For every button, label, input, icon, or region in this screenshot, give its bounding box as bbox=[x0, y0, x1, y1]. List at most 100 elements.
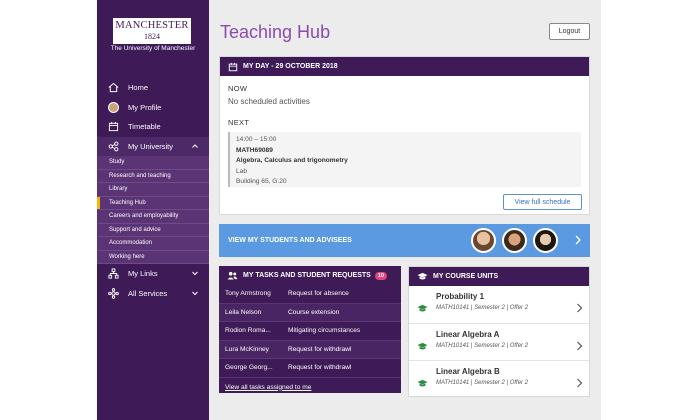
graduation-cap-icon bbox=[417, 272, 428, 281]
home-icon bbox=[107, 82, 119, 94]
sidebar-item-timetable[interactable]: Timetable bbox=[97, 117, 209, 137]
my-university-submenu: Study Research and teaching Library Teac… bbox=[97, 156, 209, 264]
sidebar-subitem-working-here[interactable]: Working here bbox=[97, 251, 209, 264]
task-row[interactable]: Leila Nelson Course extension bbox=[219, 303, 401, 322]
task-request: Mitigating circumstances bbox=[288, 327, 361, 335]
task-request: Request for withdrawl bbox=[288, 364, 352, 372]
sidebar-item-label: Home bbox=[128, 83, 149, 93]
task-name: Tony Armstrong bbox=[225, 290, 271, 298]
main-content: Teaching Hub Logout MY DAY - 29 OCTOBER … bbox=[209, 0, 601, 420]
task-row[interactable]: Rodion Roma... Mitigating circumstances bbox=[219, 322, 401, 341]
sidebar-subitem-support[interactable]: Support and advice bbox=[97, 224, 209, 237]
calendar-icon bbox=[107, 121, 119, 133]
chevron-right-icon bbox=[576, 338, 583, 356]
logo-subtitle: The University of Manchester bbox=[110, 45, 196, 52]
view-all-tasks-link[interactable]: View all tasks assigned to me bbox=[219, 384, 401, 391]
chevron-down-icon bbox=[191, 269, 199, 279]
next-time: 14:00 – 15:00 bbox=[236, 136, 277, 143]
sidebar-item-label: All Services bbox=[128, 288, 168, 298]
course-unit-row[interactable]: Linear Algebra A MATH10141 | Semester 2 … bbox=[409, 324, 589, 361]
graduation-cap-icon bbox=[417, 300, 428, 318]
graduation-cap-icon bbox=[417, 338, 428, 356]
task-request: Course extension bbox=[288, 308, 340, 316]
next-location: Building 65, G.20 bbox=[236, 178, 287, 185]
sidebar-subitem-research[interactable]: Research and teaching bbox=[97, 170, 209, 183]
task-name: Rodion Roma... bbox=[225, 327, 271, 335]
sidebar-subitem-study[interactable]: Study bbox=[97, 156, 209, 170]
task-name: George Georg... bbox=[225, 364, 273, 372]
tasks-count-badge: 10 bbox=[374, 271, 387, 280]
sidebar-nav: Home My Profile Timetable My University … bbox=[97, 78, 209, 303]
sidebar-item-label: My Links bbox=[128, 269, 158, 279]
university-logo[interactable]: MANCHESTER 1824 bbox=[113, 18, 191, 44]
course-units-card: MY COURSE UNITS Probability 1 MATH10141 … bbox=[408, 266, 590, 397]
student-avatars bbox=[471, 228, 564, 253]
sidebar-item-profile[interactable]: My Profile bbox=[97, 98, 209, 118]
chevron-right-icon bbox=[576, 375, 583, 393]
course-unit-meta: MATH10141 | Semester 2 | Offer 2 bbox=[436, 342, 529, 349]
tasks-header: MY TASKS AND STUDENT REQUESTS 10 bbox=[219, 266, 401, 285]
next-code: MATH69089 bbox=[236, 146, 273, 154]
sidebar-item-label: My Profile bbox=[128, 102, 162, 112]
view-full-schedule-button[interactable]: View full schedule bbox=[503, 194, 582, 210]
avatar bbox=[533, 228, 558, 253]
sidebar-subitem-careers[interactable]: Careers and employability bbox=[97, 210, 209, 224]
tasks-card: MY TASKS AND STUDENT REQUESTS 10 Tony Ar… bbox=[219, 266, 401, 393]
course-unit-title: Probability 1 bbox=[436, 292, 485, 301]
my-day-header: MY DAY - 29 OCTOBER 2018 bbox=[220, 57, 589, 76]
course-unit-title: Linear Algebra B bbox=[436, 367, 500, 376]
course-unit-row[interactable]: Probability 1 MATH10141 | Semester 2 | O… bbox=[409, 286, 589, 324]
now-text: No scheduled activities bbox=[228, 97, 310, 106]
task-name: Lura McKinney bbox=[225, 345, 269, 353]
logout-button[interactable]: Logout bbox=[549, 23, 590, 40]
now-label: NOW bbox=[228, 84, 248, 93]
sidebar-item-label: My University bbox=[128, 141, 174, 151]
sidebar-item-label: Timetable bbox=[128, 122, 161, 132]
course-unit-row[interactable]: Linear Algebra B MATH10141 | Semester 2 … bbox=[409, 361, 589, 399]
course-units-title: MY COURSE UNITS bbox=[433, 273, 499, 280]
task-request: Request for absence bbox=[288, 290, 349, 298]
task-request: Request for withdrawl bbox=[288, 345, 352, 353]
sitemap-icon bbox=[107, 268, 119, 280]
course-unit-meta: MATH10141 | Semester 2 | Offer 2 bbox=[436, 380, 529, 386]
sidebar-item-my-links[interactable]: My Links bbox=[97, 264, 209, 284]
next-activity[interactable]: 14:00 – 15:00 MATH69089 Algebra, Calculu… bbox=[228, 132, 581, 187]
next-title: Algebra, Calculus and trigonometry bbox=[236, 157, 348, 164]
chevron-up-icon bbox=[191, 142, 199, 152]
course-unit-title: Linear Algebra A bbox=[436, 329, 500, 339]
sidebar-subitem-teaching-hub[interactable]: Teaching Hub bbox=[97, 196, 209, 210]
course-unit-meta: MATH10141 | Semester 2 | Offer 2 bbox=[436, 305, 529, 311]
view-students-label: VIEW MY STUDENTS AND ADVISEES bbox=[228, 237, 352, 244]
logo-name: MANCHESTER bbox=[115, 20, 189, 31]
chevron-down-icon bbox=[191, 289, 199, 299]
services-icon bbox=[107, 287, 119, 299]
next-label: NEXT bbox=[228, 118, 250, 127]
sidebar-subitem-accommodation[interactable]: Accommodation bbox=[97, 237, 209, 251]
avatar bbox=[107, 101, 119, 113]
avatar bbox=[471, 228, 496, 253]
my-day-title: MY DAY - 29 OCTOBER 2018 bbox=[243, 63, 338, 70]
users-icon bbox=[227, 271, 238, 280]
sidebar-item-home[interactable]: Home bbox=[97, 78, 209, 98]
tasks-title: MY TASKS AND STUDENT REQUESTS bbox=[243, 272, 371, 279]
network-icon bbox=[107, 140, 119, 152]
page-title: Teaching Hub bbox=[220, 22, 331, 42]
task-row[interactable]: Lura McKinney Request for withdrawl bbox=[219, 340, 401, 359]
course-units-header: MY COURSE UNITS bbox=[409, 267, 589, 286]
sidebar: MANCHESTER 1824 The University of Manche… bbox=[97, 0, 209, 420]
next-type: Lab bbox=[236, 167, 248, 175]
task-row[interactable]: Tony Armstrong Request for absence bbox=[219, 285, 401, 304]
view-students-bar[interactable]: VIEW MY STUDENTS AND ADVISEES bbox=[219, 224, 590, 257]
avatar bbox=[502, 228, 527, 253]
task-row[interactable]: George Georg... Request for withdrawl bbox=[219, 359, 401, 378]
task-name: Leila Nelson bbox=[225, 308, 262, 316]
calendar-icon bbox=[228, 62, 238, 72]
graduation-cap-icon bbox=[417, 375, 428, 393]
logo-year: 1824 bbox=[144, 32, 160, 41]
sidebar-subitem-library[interactable]: Library bbox=[97, 183, 209, 197]
chevron-right-icon bbox=[576, 300, 583, 318]
sidebar-item-all-services[interactable]: All Services bbox=[97, 284, 209, 304]
chevron-right-icon bbox=[574, 235, 582, 247]
my-day-card: MY DAY - 29 OCTOBER 2018 NOW No schedule… bbox=[219, 56, 590, 215]
sidebar-item-my-university[interactable]: My University bbox=[97, 136, 209, 156]
